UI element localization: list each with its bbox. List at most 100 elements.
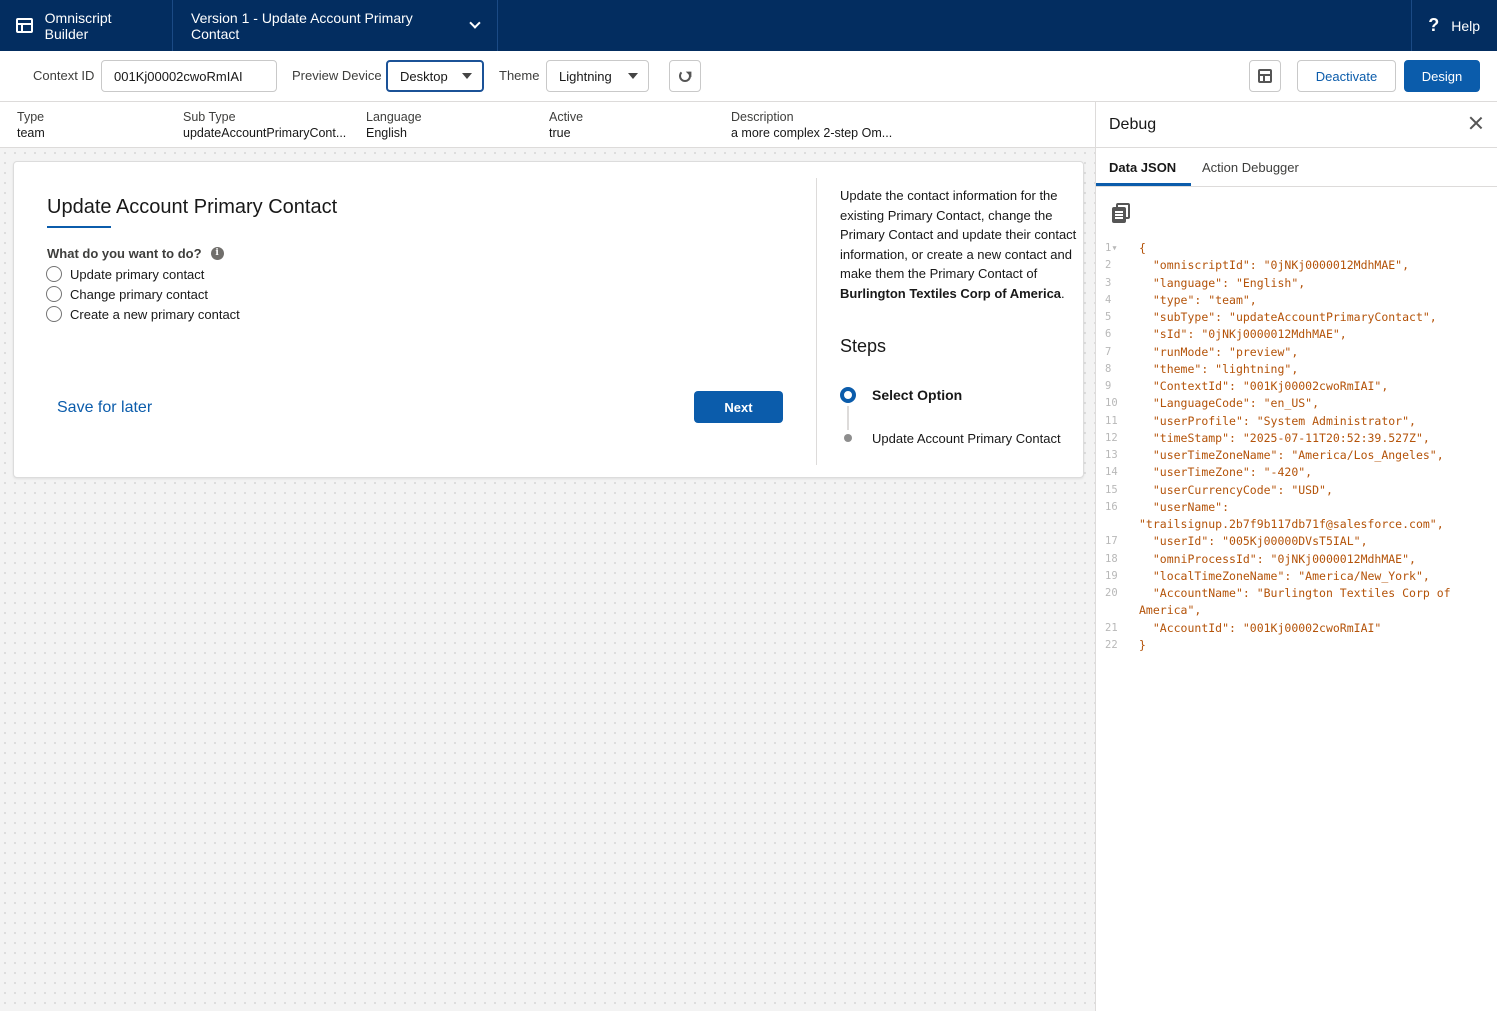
pending-step-icon [844, 434, 852, 442]
line-number: 5 [1105, 311, 1112, 323]
toggle-layout-button[interactable] [1249, 60, 1281, 92]
json-line: 21 "AccountId": "001Kj00002cwoRmIAI" [1096, 620, 1497, 637]
theme-select[interactable]: Lightning [546, 60, 649, 92]
step-update-contact[interactable]: Update Account Primary Contact [872, 431, 1061, 446]
line-number: 10 [1105, 397, 1118, 410]
caret-down-icon [462, 73, 472, 79]
radio-button[interactable] [46, 266, 62, 282]
json-line: 13 "userTimeZoneName": "America/Los_Ange… [1096, 447, 1497, 464]
preview-device-label: Preview Device [292, 68, 382, 83]
json-line: 16 "userName": "trailsignup.2b7f9b117db7… [1096, 499, 1497, 534]
step-connector [847, 406, 849, 430]
json-code: "userTimeZone": "-420", [1139, 465, 1313, 480]
radio-option-create[interactable]: Create a new primary contact [46, 306, 240, 322]
json-line: 4 "type": "team", [1096, 292, 1497, 309]
radio-label: Create a new primary contact [70, 306, 240, 322]
line-number: 6 [1105, 328, 1112, 341]
radio-group-label: What do you want to do? i [47, 246, 224, 261]
info-icon[interactable]: i [210, 247, 224, 260]
chevron-down-icon [469, 17, 481, 29]
version-dropdown[interactable]: Version 1 - Update Account Primary Conta… [173, 0, 498, 51]
info-label: Sub Type [183, 110, 236, 124]
info-value: team [17, 126, 45, 140]
info-label: Language [366, 110, 422, 124]
json-code: "userCurrencyCode": "USD", [1139, 482, 1333, 497]
json-code: "type": "team", [1139, 292, 1257, 307]
json-code: "localTimeZoneName": "America/New_York", [1139, 568, 1430, 583]
line-number: 13 [1105, 449, 1118, 461]
info-label: Description [731, 110, 794, 124]
debug-tabs: Data JSON Action Debugger [1096, 148, 1497, 187]
step-description: Update the contact information for the e… [840, 186, 1082, 303]
title-underline [47, 226, 111, 228]
radio-button[interactable] [46, 286, 62, 302]
line-number: 8 [1105, 362, 1112, 375]
json-line: 17 "userId": "005Kj00000DVsT5IAL", [1096, 533, 1497, 550]
json-code: "omniProcessId": "0jNKj0000012MdhMAE", [1139, 551, 1416, 566]
radio-button[interactable] [46, 306, 62, 322]
json-viewer[interactable]: 1▾ {2 "omniscriptId": "0jNKj0000012MdhMAE… [1096, 240, 1497, 654]
debug-title: Debug [1109, 116, 1157, 133]
omniscript-step-card: Update Account Primary Contact What do y… [13, 161, 1084, 478]
context-id-value: 001Kj00002cwoRmIAI [114, 68, 243, 84]
theme-label: Theme [499, 68, 540, 83]
json-code: "omniscriptId": "0jNKj0000012MdhMAE", [1139, 258, 1410, 273]
line-number: 9 [1105, 380, 1112, 392]
radio-label: Change primary contact [70, 286, 209, 302]
json-code: "sId": "0jNKj0000012MdhMAE", [1139, 327, 1347, 342]
app-name[interactable]: Omniscript Builder [0, 0, 173, 51]
radio-option-update[interactable]: Update primary contact [46, 266, 204, 282]
version-label: Version 1 - Update Account Primary Conta… [191, 9, 413, 42]
json-code: "language": "English", [1139, 275, 1306, 290]
json-code: "LanguageCode": "en_US", [1139, 396, 1320, 411]
refresh-button[interactable] [669, 60, 701, 92]
json-line: 20 "AccountName": "Burlington Textiles C… [1096, 585, 1497, 620]
info-description: Description a more complex 2-step Om... [731, 110, 911, 140]
help-button[interactable]: ? Help [1411, 0, 1497, 51]
tab-data-json[interactable]: Data JSON [1109, 160, 1176, 175]
line-number: 16 [1105, 500, 1118, 513]
json-code: "userId": "005Kj00000DVsT5IAL", [1139, 534, 1368, 549]
card-divider [816, 178, 817, 465]
description-suffix: . [1061, 285, 1065, 301]
design-button[interactable]: Design [1404, 60, 1480, 92]
next-button[interactable]: Next [694, 391, 783, 423]
info-label: Active [549, 110, 584, 124]
info-type: Type team [17, 110, 167, 140]
json-line: 2 "omniscriptId": "0jNKj0000012MdhMAE", [1096, 257, 1497, 274]
line-number: 19 [1105, 569, 1118, 582]
caret-down-icon [628, 73, 638, 79]
json-code: "ContextId": "001Kj00002cwoRmIAI", [1139, 379, 1389, 393]
json-line: 15 "userCurrencyCode": "USD", [1096, 482, 1497, 499]
json-line: 14 "userTimeZone": "-420", [1096, 464, 1497, 481]
step-title: Update Account Primary Contact [47, 196, 338, 218]
json-code: { [1139, 241, 1146, 255]
preview-toolbar: Context ID 001Kj00002cwoRmIAI Preview De… [0, 51, 1497, 102]
active-tab-indicator [1096, 183, 1191, 186]
line-number: 22 [1105, 638, 1118, 651]
refresh-icon [679, 70, 691, 82]
line-number: 21 [1105, 621, 1118, 634]
line-number: 3 [1105, 276, 1112, 289]
line-number: 14 [1105, 466, 1118, 479]
close-icon[interactable] [1469, 116, 1483, 130]
radio-option-change[interactable]: Change primary contact [46, 286, 208, 302]
save-for-later-link[interactable]: Save for later [57, 399, 152, 417]
help-icon: ? [1428, 15, 1440, 35]
preview-canvas: Update Account Primary Contact What do y… [0, 148, 1095, 1011]
json-code: "userTimeZoneName": "America/Los_Angeles… [1139, 448, 1444, 462]
deactivate-button[interactable]: Deactivate [1297, 60, 1396, 92]
line-number: 11 [1105, 414, 1118, 427]
info-label: Type [17, 110, 45, 124]
preview-device-select[interactable]: Desktop [386, 60, 484, 92]
app-layout-icon [16, 18, 33, 33]
tab-action-debugger[interactable]: Action Debugger [1202, 160, 1299, 175]
copy-icon[interactable] [1112, 203, 1130, 223]
step-select-option[interactable]: Select Option [872, 387, 962, 403]
info-language: Language English [366, 110, 536, 140]
line-number: 15 [1105, 483, 1118, 496]
context-id-input[interactable]: 001Kj00002cwoRmIAI [101, 60, 277, 92]
json-code: "runMode": "preview", [1139, 344, 1299, 359]
app-title: Omniscript Builder [44, 9, 112, 42]
omniscript-info-bar: Type team Sub Type updateAccountPrimaryC… [0, 102, 1095, 148]
